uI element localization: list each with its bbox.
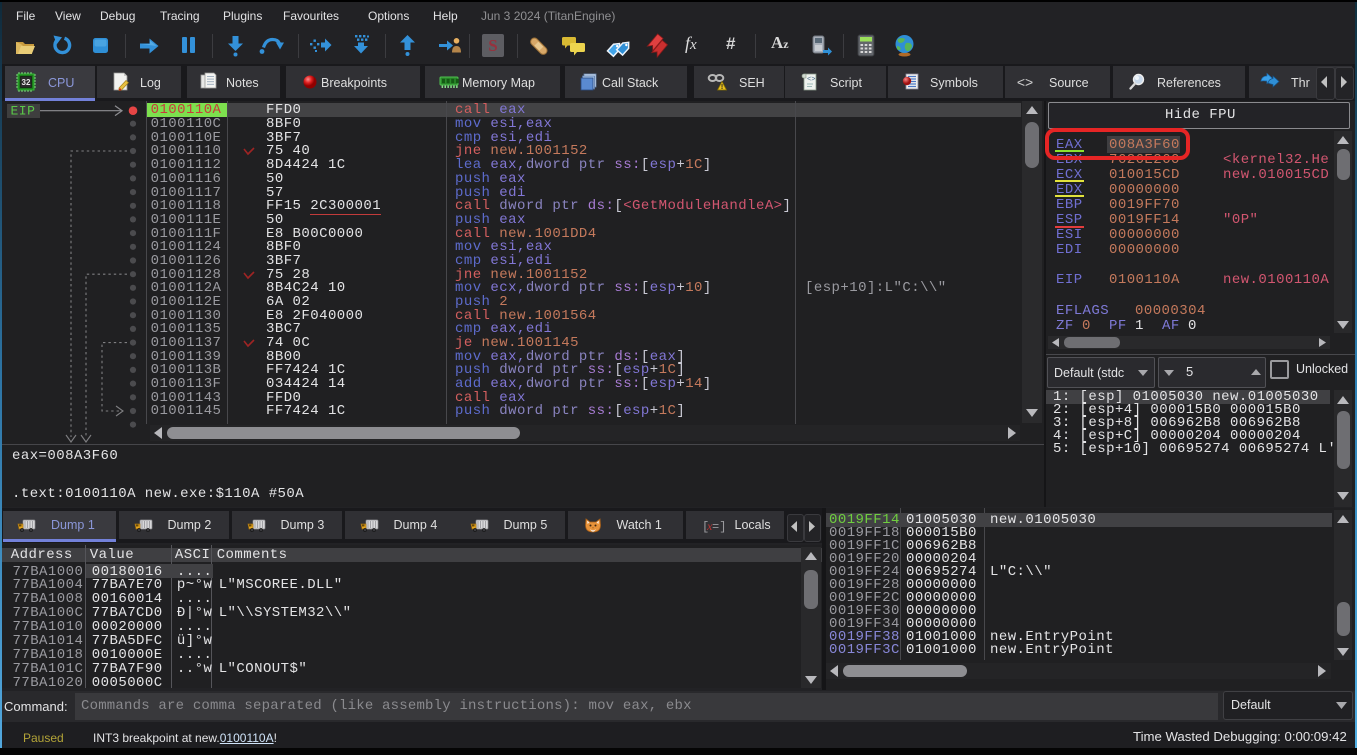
svg-text:<>: <> <box>1017 74 1033 90</box>
svg-text:32: 32 <box>22 78 31 87</box>
svg-text:<>: <> <box>807 76 815 84</box>
svg-text:S: S <box>488 36 497 55</box>
svg-text:EIP: EIP <box>11 104 36 119</box>
svg-text:=]: =] <box>712 520 726 534</box>
svg-text:!: ! <box>721 84 723 91</box>
